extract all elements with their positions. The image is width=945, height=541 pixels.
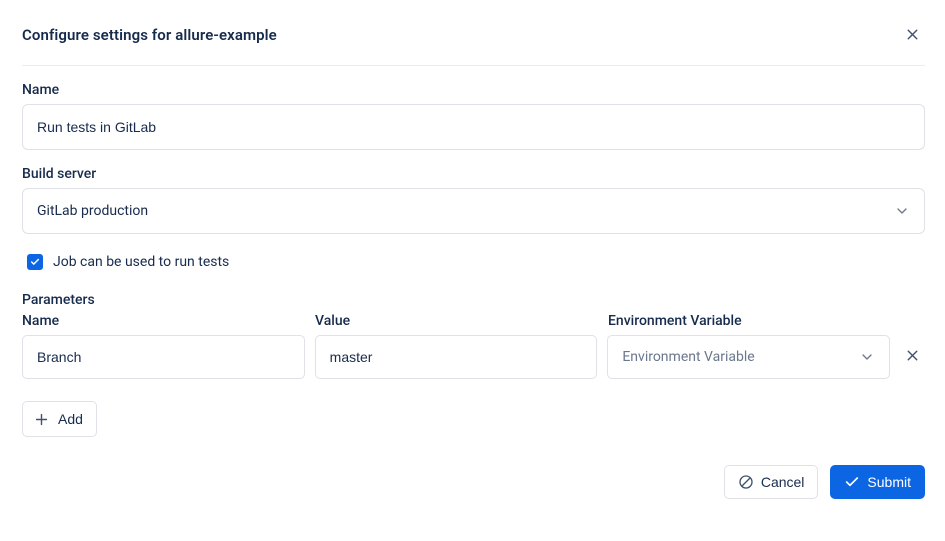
cancel-button-label: Cancel [761, 474, 805, 490]
chevron-down-icon [859, 349, 875, 365]
check-icon [30, 257, 40, 267]
close-icon [904, 26, 921, 43]
dialog-header: Configure settings for allure-example [22, 22, 925, 66]
parameters-section-label: Parameters [22, 292, 925, 308]
build-server-field: Build server GitLab production [22, 166, 925, 234]
build-server-value: GitLab production [37, 203, 148, 219]
cancel-button[interactable]: Cancel [724, 465, 819, 499]
remove-param-button[interactable] [900, 343, 925, 371]
chevron-down-icon [894, 203, 910, 219]
name-label: Name [22, 82, 925, 98]
name-field: Name [22, 82, 925, 150]
param-col-env: Environment Variable [608, 313, 891, 329]
name-input-wrapper [22, 104, 925, 150]
param-env-select[interactable]: Environment Variable [607, 335, 890, 379]
param-value-wrapper [315, 335, 598, 379]
add-button-label: Add [58, 411, 83, 427]
submit-button-label: Submit [867, 474, 911, 490]
check-icon [844, 474, 860, 490]
param-env-placeholder: Environment Variable [622, 349, 754, 365]
param-row: Environment Variable [22, 335, 925, 379]
run-tests-row: Job can be used to run tests [27, 254, 925, 270]
close-button[interactable] [900, 22, 925, 47]
add-button[interactable]: Add [22, 401, 97, 437]
run-tests-label: Job can be used to run tests [53, 254, 229, 270]
build-server-label: Build server [22, 166, 925, 182]
build-server-select[interactable]: GitLab production [22, 188, 925, 234]
param-col-name: Name [22, 313, 305, 329]
close-icon [904, 347, 921, 364]
param-value-input[interactable] [330, 336, 583, 378]
cancel-icon [738, 474, 754, 490]
name-input[interactable] [37, 105, 910, 149]
param-col-value: Value [315, 313, 598, 329]
submit-button[interactable]: Submit [830, 465, 925, 499]
run-tests-checkbox[interactable] [27, 254, 43, 270]
page-title: Configure settings for allure-example [22, 26, 277, 44]
parameters-header: Name Value Environment Variable [22, 313, 925, 329]
param-name-wrapper [22, 335, 305, 379]
plus-icon [33, 411, 50, 428]
dialog-footer: Cancel Submit [22, 465, 925, 499]
param-name-input[interactable] [37, 336, 290, 378]
